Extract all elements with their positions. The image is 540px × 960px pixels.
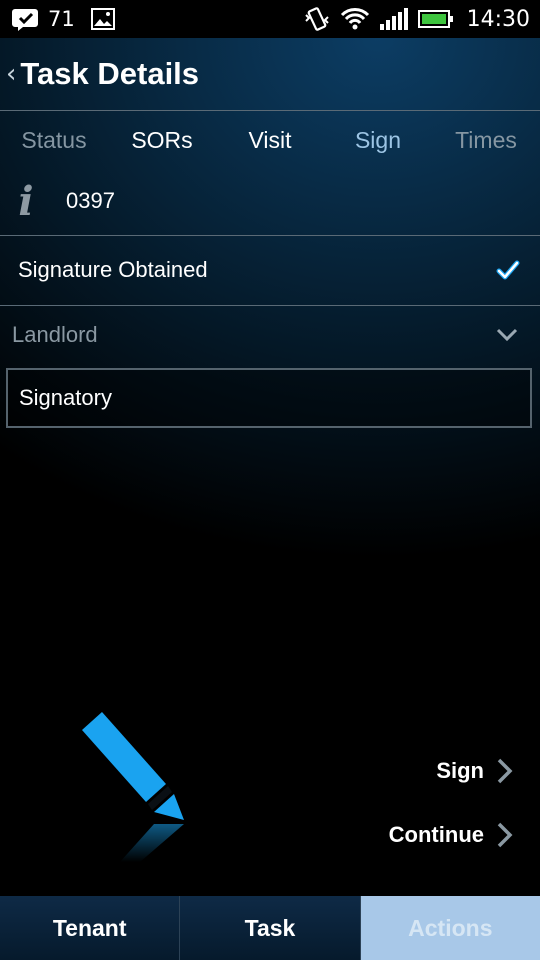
divider: [0, 110, 540, 111]
party-dropdown[interactable]: Landlord: [0, 306, 540, 364]
nav-task[interactable]: Task: [179, 896, 360, 960]
title-bar[interactable]: ‹ Task Details: [0, 38, 540, 110]
tab-sign[interactable]: Sign: [324, 118, 432, 162]
bottom-nav: Tenant Task Actions: [0, 896, 540, 960]
check-bubble-icon: [12, 9, 38, 31]
chevron-right-icon: [497, 822, 513, 848]
info-row: i 0397: [0, 170, 540, 232]
notification-count: 71: [48, 7, 75, 31]
continue-button-label: Continue: [388, 822, 484, 847]
vibrate-icon: [304, 7, 329, 31]
sign-button[interactable]: Sign: [436, 758, 514, 784]
clock: 14:30: [466, 6, 530, 32]
tab-status[interactable]: Status: [0, 118, 108, 162]
signature-obtained-row[interactable]: Signature Obtained: [0, 236, 540, 304]
task-details-screen: ‹ Task Details Status SORs Visit Sign Ti…: [0, 38, 540, 896]
signatory-field[interactable]: Signatory: [6, 368, 532, 428]
battery-icon: [417, 10, 453, 28]
tab-sors[interactable]: SORs: [108, 118, 216, 162]
sign-button-label: Sign: [436, 758, 484, 783]
wifi-icon: [340, 8, 369, 30]
info-icon: i: [18, 177, 34, 225]
nav-actions[interactable]: Actions: [359, 896, 540, 960]
signature-obtained-label: Signature Obtained: [18, 257, 208, 282]
continue-button[interactable]: Continue: [389, 822, 514, 848]
signal-icon: [379, 8, 408, 30]
tab-times[interactable]: Times: [432, 118, 540, 162]
tab-bar: Status SORs Visit Sign Times: [0, 118, 540, 162]
checkmark-icon[interactable]: [496, 258, 520, 282]
image-icon: [90, 8, 115, 30]
page-title: Task Details: [20, 56, 200, 91]
tab-visit[interactable]: Visit: [216, 118, 324, 162]
task-reference: 0397: [66, 188, 115, 213]
back-chevron-icon[interactable]: ‹: [6, 59, 16, 89]
status-bar: 71 14:30: [0, 0, 540, 38]
chevron-down-icon: [496, 328, 518, 342]
nav-tenant[interactable]: Tenant: [0, 896, 180, 960]
pencil-icon: [82, 712, 184, 862]
party-dropdown-value: Landlord: [12, 322, 98, 347]
chevron-right-icon: [497, 758, 513, 784]
